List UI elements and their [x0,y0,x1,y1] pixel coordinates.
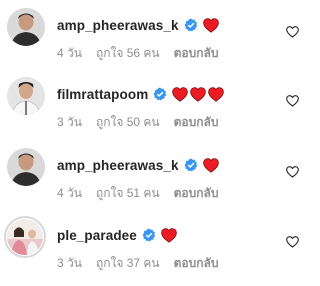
reply-button[interactable]: ตอบกลับ [174,254,219,273]
username-link[interactable]: ple_paradee [57,228,137,243]
avatar[interactable] [7,77,45,115]
comment-header: ple_paradee [57,226,177,244]
username-link[interactable]: amp_pheerawas_k [57,18,179,33]
avatar[interactable] [7,8,45,46]
heart-outline-icon[interactable] [286,236,299,248]
red-heart-emoji [208,86,225,102]
emoji-group [161,227,177,243]
comment-item: ple_paradee 3 วัน ถูกใจ 37 คน ตอบกลับ [0,216,308,286]
verified-badge-icon [184,158,198,172]
red-heart-emoji [190,86,207,102]
like-count-button[interactable]: ถูกใจ 51 คน [96,184,160,203]
username-link[interactable]: filmrattapoom [57,87,148,102]
verified-badge-icon [142,228,156,242]
comment-header: amp_pheerawas_k [57,156,219,174]
like-count-button[interactable]: ถูกใจ 50 คน [96,113,160,132]
comment-time: 3 วัน [57,256,82,270]
username-link[interactable]: amp_pheerawas_k [57,158,179,173]
reply-button[interactable]: ตอบกลับ [174,184,219,203]
red-heart-emoji [172,86,189,102]
heart-outline-icon[interactable] [286,166,299,178]
comment-item: amp_pheerawas_k 4 วัน ถูกใจ 51 คน ตอบกลั… [0,148,308,216]
comment-meta: 3 วัน ถูกใจ 37 คน ตอบกลับ [57,254,218,273]
comment-time: 3 วัน [57,115,82,129]
red-heart-emoji [161,227,177,243]
reply-button[interactable]: ตอบกลับ [174,113,219,132]
avatar[interactable] [7,148,45,186]
emoji-group [202,17,219,33]
comment-header: filmrattapoom [57,85,225,103]
like-count-button[interactable]: ถูกใจ 56 คน [96,44,160,63]
comment-meta: 3 วัน ถูกใจ 50 คน ตอบกลับ [57,113,218,132]
comment-item: amp_pheerawas_k 4 วัน ถูกใจ 56 คน ตอบกลั… [0,8,308,76]
comment-meta: 4 วัน ถูกใจ 56 คน ตอบกลับ [57,44,218,63]
emoji-group [172,86,225,102]
verified-badge-icon [184,18,198,32]
reply-button[interactable]: ตอบกลับ [174,44,219,63]
avatar[interactable] [4,216,46,258]
red-heart-emoji [202,17,219,33]
verified-badge-icon [153,87,167,101]
heart-outline-icon[interactable] [286,26,299,38]
comment-time: 4 วัน [57,186,82,200]
heart-outline-icon[interactable] [286,95,299,107]
comment-item: filmrattapoom 3 วัน ถูกใจ 50 คน ตอบกลับ [0,77,308,145]
like-count-button[interactable]: ถูกใจ 37 คน [96,254,160,273]
comment-header: amp_pheerawas_k [57,16,219,34]
red-heart-emoji [202,157,219,173]
comment-time: 4 วัน [57,46,82,60]
comment-meta: 4 วัน ถูกใจ 51 คน ตอบกลับ [57,184,218,203]
emoji-group [202,157,219,173]
